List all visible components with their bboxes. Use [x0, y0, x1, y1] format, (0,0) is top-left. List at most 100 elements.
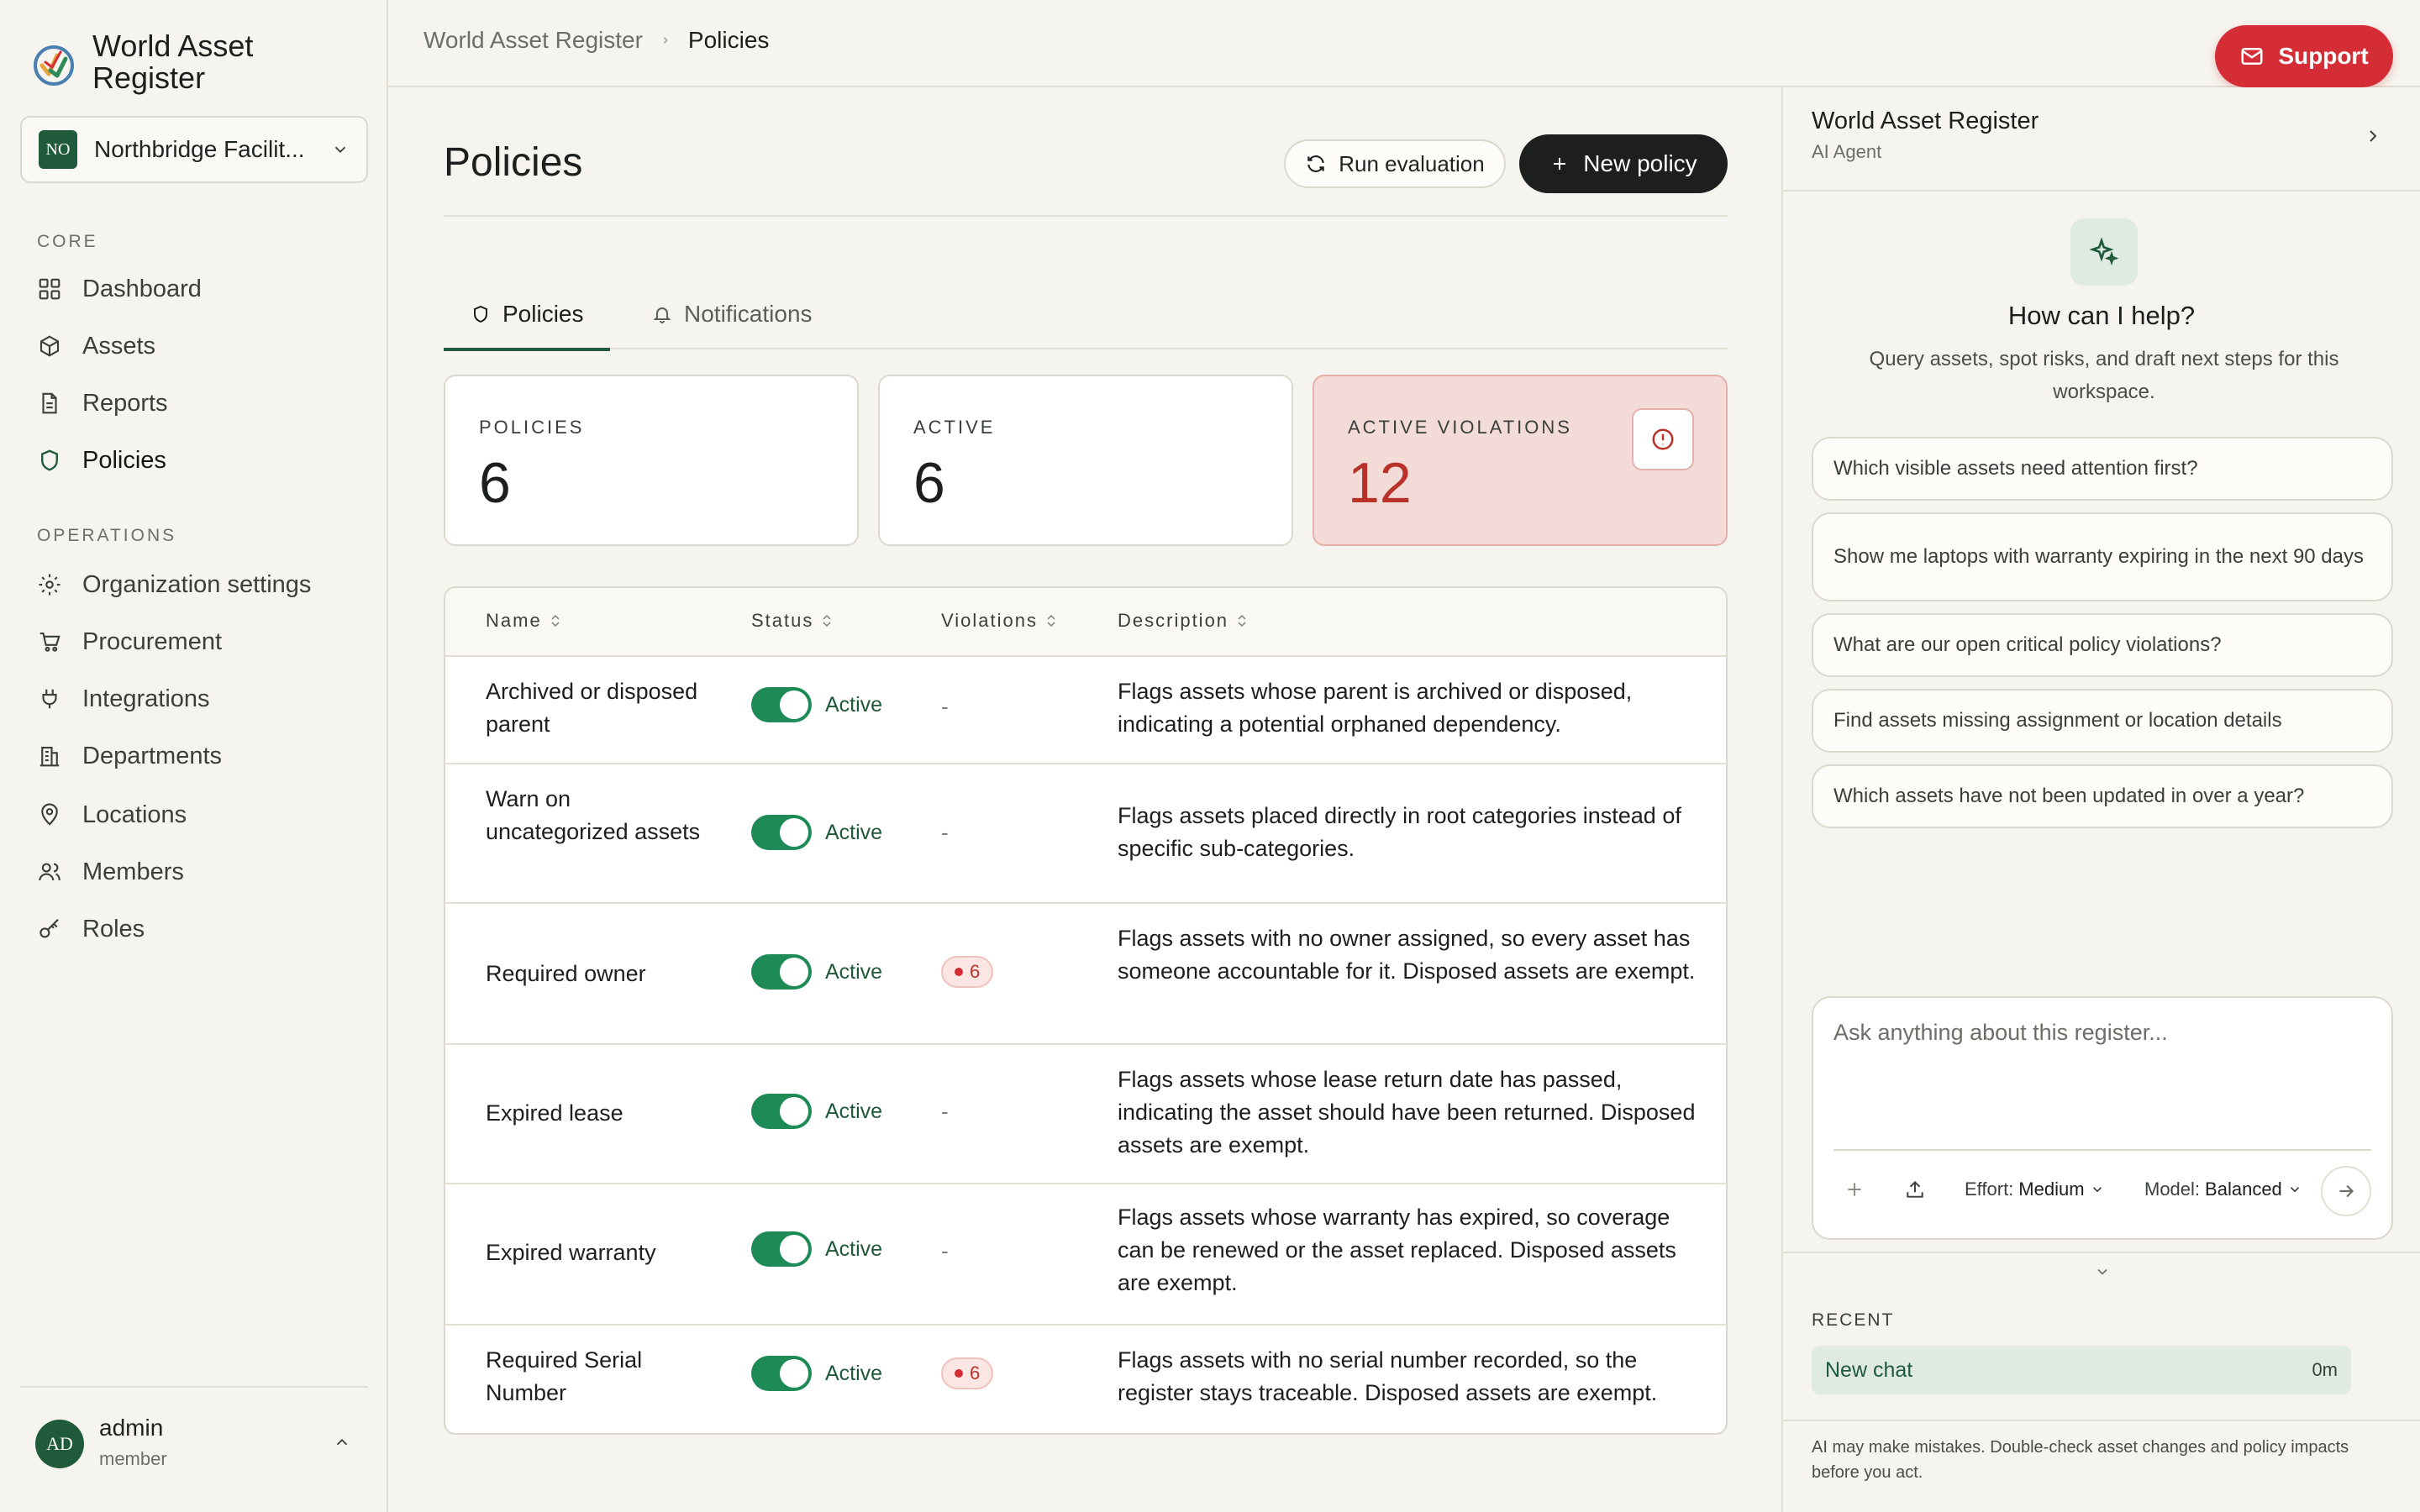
active-toggle[interactable]: [751, 1231, 812, 1267]
stat-label: ACTIVE: [913, 417, 996, 438]
cart-icon: [39, 632, 60, 652]
table-row[interactable]: Expired warranty Active - Flags assets w…: [445, 1184, 1726, 1326]
tab-notifications[interactable]: Notifications: [639, 279, 826, 349]
sparkle-badge: [2070, 218, 2138, 286]
column-header-status[interactable]: Status: [751, 610, 834, 632]
sidebar-item-policies[interactable]: Policies: [37, 438, 166, 482]
upload-button[interactable]: [1904, 1164, 1926, 1215]
policy-description: Flags assets whose warranty has expired,…: [1118, 1205, 1676, 1295]
stat-card-active: ACTIVE 6: [878, 375, 1293, 546]
suggestion-chip[interactable]: Show me laptops with warranty expiring i…: [1812, 512, 2393, 601]
status-label: Active: [825, 1099, 883, 1123]
column-header-description[interactable]: Description: [1118, 610, 1249, 632]
sidebar-item-assets[interactable]: Assets: [37, 324, 155, 368]
column-header-name[interactable]: Name: [486, 610, 562, 632]
violations-cell: 6: [941, 956, 994, 988]
table-row[interactable]: Required owner Active 6 Flags assets wit…: [445, 904, 1726, 1045]
status-label: Active: [825, 820, 883, 844]
box-icon: [39, 335, 60, 357]
chevron-down-icon[interactable]: [2094, 1263, 2111, 1280]
sidebar-item-label: Members: [82, 858, 184, 885]
sidebar-item-reports[interactable]: Reports: [37, 381, 168, 425]
user-menu[interactable]: AD admin member: [20, 1386, 368, 1495]
tab-label: Policies: [502, 301, 584, 327]
sort-icon: [1238, 614, 1246, 627]
alert-button[interactable]: [1632, 408, 1694, 470]
sidebar-item-integrations[interactable]: Integrations: [37, 677, 210, 721]
sidebar-item-dashboard[interactable]: Dashboard: [37, 267, 202, 311]
brand[interactable]: World Asset Register: [32, 30, 311, 94]
divider: [444, 215, 1728, 217]
suggestion-chip[interactable]: Find assets missing assignment or locati…: [1812, 689, 2393, 753]
policy-description: Flags assets whose parent is archived or…: [1118, 679, 1633, 737]
new-policy-button[interactable]: New policy: [1519, 134, 1728, 193]
violations-badge[interactable]: 6: [941, 1357, 994, 1389]
active-toggle[interactable]: [751, 1356, 812, 1391]
sidebar-item-members[interactable]: Members: [37, 850, 184, 894]
plug-icon: [42, 689, 57, 709]
table-row[interactable]: Required Serial Number Active 6 Flags as…: [445, 1326, 1726, 1433]
chat-input[interactable]: Ask anything about this register...: [1833, 1020, 2168, 1046]
plus-icon: [1848, 1183, 1861, 1196]
policy-name: Expired lease: [486, 1100, 623, 1126]
suggestion-chip[interactable]: What are our open critical policy violat…: [1812, 613, 2393, 677]
help-subtitle: Query assets, spot risks, and draft next…: [1869, 348, 2339, 403]
sort-icon: [551, 614, 560, 627]
sidebar-item-label: Assets: [82, 332, 156, 360]
model-select[interactable]: Model: Balanced: [2144, 1164, 2302, 1215]
logo-icon: [34, 45, 74, 86]
tab-policies[interactable]: Policies: [444, 279, 611, 351]
sidebar-item-departments[interactable]: Departments: [37, 734, 222, 778]
sidebar-item-procurement[interactable]: Procurement: [37, 620, 222, 664]
violations-badge[interactable]: 6: [941, 956, 994, 988]
active-toggle[interactable]: [751, 687, 812, 722]
shield-icon: [41, 449, 58, 471]
sidebar-item-locations[interactable]: Locations: [37, 793, 187, 837]
sidebar-item-label: Locations: [82, 801, 187, 828]
policy-status: Active: [751, 1231, 882, 1267]
active-toggle[interactable]: [751, 954, 812, 990]
stat-value: 6: [913, 451, 945, 515]
recent-chat-item[interactable]: New chat 0m: [1812, 1346, 2351, 1394]
breadcrumb-root[interactable]: World Asset Register: [424, 27, 643, 54]
suggestion-chip[interactable]: Which visible assets need attention firs…: [1812, 437, 2393, 501]
active-toggle[interactable]: [751, 815, 812, 850]
policy-description: Flags assets placed directly in root cat…: [1118, 803, 1681, 861]
column-header-violations[interactable]: Violations: [941, 610, 1058, 632]
active-toggle[interactable]: [751, 1094, 812, 1129]
org-badge: NO: [39, 130, 77, 169]
avatar: AD: [35, 1420, 84, 1468]
org-switcher[interactable]: NO Northbridge Facilit...: [20, 116, 368, 183]
chat-composer: Ask anything about this register... Effo…: [1812, 996, 2393, 1240]
support-button[interactable]: Support: [2215, 25, 2393, 87]
sidebar-item-organization-settings[interactable]: Organization settings: [37, 563, 311, 606]
sidebar-item-roles[interactable]: Roles: [37, 907, 145, 951]
agent-subtitle: AI Agent: [1812, 141, 1882, 162]
add-button[interactable]: [1844, 1164, 1865, 1215]
table-row[interactable]: Expired lease Active - Flags assets whos…: [445, 1045, 1726, 1184]
breadcrumb: World Asset Register Policies: [424, 27, 769, 54]
section-operations: OPERATIONS: [37, 526, 177, 545]
policy-status: Active: [751, 1094, 882, 1129]
violations-count: -: [941, 1099, 949, 1124]
org-name: Northbridge Facilit...: [94, 136, 305, 162]
column-label: Description: [1118, 610, 1229, 631]
policies-table: Name Status Violations Description Archi…: [444, 586, 1728, 1435]
send-button[interactable]: [2321, 1166, 2371, 1216]
brand-name: World Asset Register: [92, 29, 254, 95]
column-label: Name: [486, 610, 542, 631]
sort-icon: [1047, 614, 1055, 627]
suggestion-chip[interactable]: Which assets have not been updated in ov…: [1812, 764, 2393, 828]
violation-dot: [955, 1369, 963, 1378]
run-evaluation-button[interactable]: Run evaluation: [1284, 139, 1506, 188]
stat-card-active-violations[interactable]: ACTIVE VIOLATIONS 12: [1313, 375, 1728, 546]
effort-select[interactable]: Effort: Medium: [1965, 1164, 2105, 1215]
column-label: Status: [751, 610, 814, 631]
table-row[interactable]: Archived or disposed parent Active - Fla…: [445, 657, 1726, 764]
shield-icon: [474, 305, 487, 323]
chevron-right-icon: [663, 36, 668, 45]
divider: [1833, 1149, 2371, 1151]
chevron-up-icon: [336, 1438, 348, 1446]
table-row[interactable]: Warn on uncategorized assets Active - Fl…: [445, 764, 1726, 904]
chevron-right-icon[interactable]: [2363, 126, 2383, 146]
